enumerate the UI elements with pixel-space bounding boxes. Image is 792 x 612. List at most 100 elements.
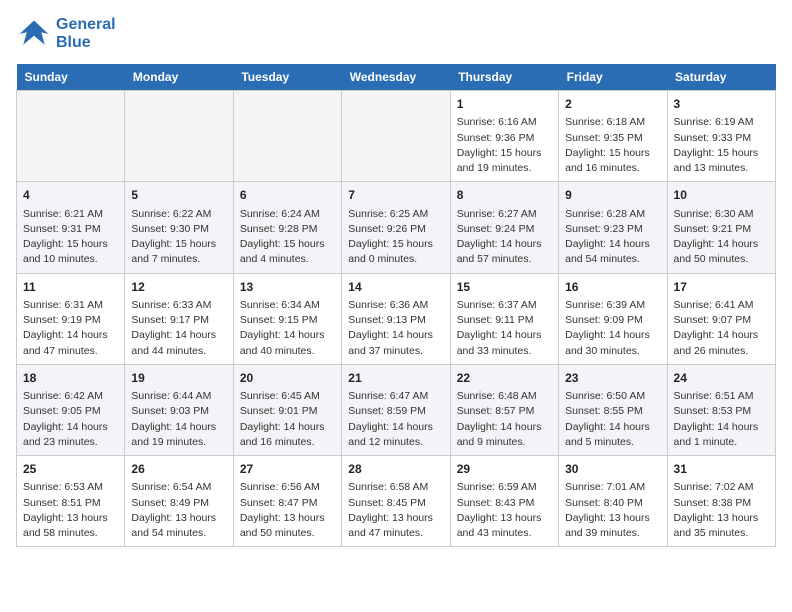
logo-text: General Blue bbox=[56, 16, 116, 51]
day-cell: 8 Sunrise: 6:27 AM Sunset: 9:24 PM Daylig… bbox=[450, 182, 558, 273]
header-row: SundayMondayTuesdayWednesdayThursdayFrid… bbox=[17, 64, 776, 91]
day-number: 4 bbox=[23, 187, 118, 204]
day-cell bbox=[342, 91, 450, 182]
day-cell: 18Sunrise: 6:42 AM Sunset: 9:05 PM Dayli… bbox=[17, 364, 125, 455]
day-info: Sunrise: 6:59 AM Sunset: 8:43 PM Dayligh… bbox=[457, 480, 552, 541]
day-cell: 9Sunrise: 6:28 AM Sunset: 9:23 PM Daylig… bbox=[559, 182, 667, 273]
day-cell: 22Sunrise: 6:48 AM Sunset: 8:57 PM Dayli… bbox=[450, 364, 558, 455]
day-info: Sunrise: 6:25 AM Sunset: 9:26 PM Dayligh… bbox=[348, 207, 443, 268]
day-info: Sunrise: 6:58 AM Sunset: 8:45 PM Dayligh… bbox=[348, 480, 443, 541]
day-info: Sunrise: 6:19 AM Sunset: 9:33 PM Dayligh… bbox=[674, 115, 769, 176]
header-cell-friday: Friday bbox=[559, 64, 667, 91]
page-header: General Blue bbox=[16, 16, 776, 52]
day-cell: 31 Sunrise: 7:02 AM Sunset: 8:38 PM Dayli… bbox=[667, 456, 775, 547]
day-cell: 15 Sunrise: 6:37 AM Sunset: 9:11 PM Dayli… bbox=[450, 273, 558, 364]
day-number: 8 bbox=[457, 187, 552, 204]
day-number: 19 bbox=[131, 370, 226, 387]
logo: General Blue bbox=[16, 16, 116, 52]
day-info: Sunrise: 6:30 AM Sunset: 9:21 PM Dayligh… bbox=[674, 207, 769, 268]
day-info: Sunrise: 6:33 AM Sunset: 9:17 PM Dayligh… bbox=[131, 298, 226, 359]
day-cell: 1Sunrise: 6:16 AM Sunset: 9:36 PM Daylig… bbox=[450, 91, 558, 182]
day-number: 6 bbox=[240, 187, 335, 204]
day-info: Sunrise: 6:24 AM Sunset: 9:28 PM Dayligh… bbox=[240, 207, 335, 268]
day-info: Sunrise: 6:21 AM Sunset: 9:31 PM Dayligh… bbox=[23, 207, 118, 268]
day-cell: 27 Sunrise: 6:56 AM Sunset: 8:47 PM Dayli… bbox=[233, 456, 341, 547]
day-number: 25 bbox=[23, 461, 118, 478]
day-number: 20 bbox=[240, 370, 335, 387]
day-cell: 2 Sunrise: 6:18 AM Sunset: 9:35 PM Daylig… bbox=[559, 91, 667, 182]
day-cell: 25Sunrise: 6:53 AM Sunset: 8:51 PM Dayli… bbox=[17, 456, 125, 547]
day-cell: 30Sunrise: 7:01 AM Sunset: 8:40 PM Dayli… bbox=[559, 456, 667, 547]
day-info: Sunrise: 6:56 AM Sunset: 8:47 PM Dayligh… bbox=[240, 480, 335, 541]
day-number: 29 bbox=[457, 461, 552, 478]
header-cell-wednesday: Wednesday bbox=[342, 64, 450, 91]
day-number: 3 bbox=[674, 96, 769, 113]
day-info: Sunrise: 6:54 AM Sunset: 8:49 PM Dayligh… bbox=[131, 480, 226, 541]
day-number: 27 bbox=[240, 461, 335, 478]
day-cell: 10 Sunrise: 6:30 AM Sunset: 9:21 PM Dayli… bbox=[667, 182, 775, 273]
week-row-1: 1Sunrise: 6:16 AM Sunset: 9:36 PM Daylig… bbox=[17, 91, 776, 182]
day-cell: 14Sunrise: 6:36 AM Sunset: 9:13 PM Dayli… bbox=[342, 273, 450, 364]
day-number: 17 bbox=[674, 279, 769, 296]
day-info: Sunrise: 6:27 AM Sunset: 9:24 PM Dayligh… bbox=[457, 207, 552, 268]
week-row-5: 25Sunrise: 6:53 AM Sunset: 8:51 PM Dayli… bbox=[17, 456, 776, 547]
day-number: 24 bbox=[674, 370, 769, 387]
day-info: Sunrise: 6:50 AM Sunset: 8:55 PM Dayligh… bbox=[565, 389, 660, 450]
day-cell: 11 Sunrise: 6:31 AM Sunset: 9:19 PM Dayli… bbox=[17, 273, 125, 364]
day-number: 22 bbox=[457, 370, 552, 387]
day-cell bbox=[17, 91, 125, 182]
day-cell bbox=[125, 91, 233, 182]
day-info: Sunrise: 6:18 AM Sunset: 9:35 PM Dayligh… bbox=[565, 115, 660, 176]
day-number: 31 bbox=[674, 461, 769, 478]
day-info: Sunrise: 6:22 AM Sunset: 9:30 PM Dayligh… bbox=[131, 207, 226, 268]
day-number: 7 bbox=[348, 187, 443, 204]
day-cell bbox=[233, 91, 341, 182]
day-info: Sunrise: 6:31 AM Sunset: 9:19 PM Dayligh… bbox=[23, 298, 118, 359]
week-row-4: 18Sunrise: 6:42 AM Sunset: 9:05 PM Dayli… bbox=[17, 364, 776, 455]
day-cell: 17Sunrise: 6:41 AM Sunset: 9:07 PM Dayli… bbox=[667, 273, 775, 364]
day-number: 9 bbox=[565, 187, 660, 204]
day-number: 10 bbox=[674, 187, 769, 204]
day-info: Sunrise: 6:34 AM Sunset: 9:15 PM Dayligh… bbox=[240, 298, 335, 359]
day-cell: 12 Sunrise: 6:33 AM Sunset: 9:17 PM Dayli… bbox=[125, 273, 233, 364]
day-cell: 3 Sunrise: 6:19 AM Sunset: 9:33 PM Daylig… bbox=[667, 91, 775, 182]
day-number: 14 bbox=[348, 279, 443, 296]
day-info: Sunrise: 7:01 AM Sunset: 8:40 PM Dayligh… bbox=[565, 480, 660, 541]
day-cell: 26Sunrise: 6:54 AM Sunset: 8:49 PM Dayli… bbox=[125, 456, 233, 547]
week-row-3: 11 Sunrise: 6:31 AM Sunset: 9:19 PM Dayli… bbox=[17, 273, 776, 364]
day-cell: 24 Sunrise: 6:51 AM Sunset: 8:53 PM Dayli… bbox=[667, 364, 775, 455]
day-cell: 23 Sunrise: 6:50 AM Sunset: 8:55 PM Dayli… bbox=[559, 364, 667, 455]
day-info: Sunrise: 7:02 AM Sunset: 8:38 PM Dayligh… bbox=[674, 480, 769, 541]
day-number: 13 bbox=[240, 279, 335, 296]
day-number: 28 bbox=[348, 461, 443, 478]
header-cell-thursday: Thursday bbox=[450, 64, 558, 91]
day-cell: 7 Sunrise: 6:25 AM Sunset: 9:26 PM Daylig… bbox=[342, 182, 450, 273]
day-number: 12 bbox=[131, 279, 226, 296]
day-number: 5 bbox=[131, 187, 226, 204]
header-cell-tuesday: Tuesday bbox=[233, 64, 341, 91]
day-number: 15 bbox=[457, 279, 552, 296]
day-number: 16 bbox=[565, 279, 660, 296]
day-number: 18 bbox=[23, 370, 118, 387]
calendar-table: SundayMondayTuesdayWednesdayThursdayFrid… bbox=[16, 64, 776, 547]
day-info: Sunrise: 6:44 AM Sunset: 9:03 PM Dayligh… bbox=[131, 389, 226, 450]
week-row-2: 4 Sunrise: 6:21 AM Sunset: 9:31 PM Daylig… bbox=[17, 182, 776, 273]
day-number: 1 bbox=[457, 96, 552, 113]
day-cell: 16Sunrise: 6:39 AM Sunset: 9:09 PM Dayli… bbox=[559, 273, 667, 364]
day-info: Sunrise: 6:45 AM Sunset: 9:01 PM Dayligh… bbox=[240, 389, 335, 450]
day-cell: 6 Sunrise: 6:24 AM Sunset: 9:28 PM Daylig… bbox=[233, 182, 341, 273]
day-number: 11 bbox=[23, 279, 118, 296]
day-number: 21 bbox=[348, 370, 443, 387]
logo-icon bbox=[16, 16, 52, 52]
day-cell: 13 Sunrise: 6:34 AM Sunset: 9:15 PM Dayli… bbox=[233, 273, 341, 364]
day-info: Sunrise: 6:47 AM Sunset: 8:59 PM Dayligh… bbox=[348, 389, 443, 450]
calendar-header: SundayMondayTuesdayWednesdayThursdayFrid… bbox=[17, 64, 776, 91]
day-number: 2 bbox=[565, 96, 660, 113]
header-cell-monday: Monday bbox=[125, 64, 233, 91]
day-cell: 20 Sunrise: 6:45 AM Sunset: 9:01 PM Dayli… bbox=[233, 364, 341, 455]
day-info: Sunrise: 6:37 AM Sunset: 9:11 PM Dayligh… bbox=[457, 298, 552, 359]
day-cell: 29 Sunrise: 6:59 AM Sunset: 8:43 PM Dayli… bbox=[450, 456, 558, 547]
day-info: Sunrise: 6:51 AM Sunset: 8:53 PM Dayligh… bbox=[674, 389, 769, 450]
header-cell-saturday: Saturday bbox=[667, 64, 775, 91]
day-number: 23 bbox=[565, 370, 660, 387]
